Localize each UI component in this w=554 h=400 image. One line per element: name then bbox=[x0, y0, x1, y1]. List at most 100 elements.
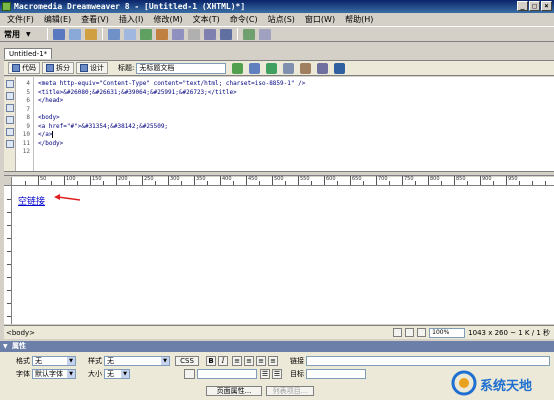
tag-selector[interactable]: <body> bbox=[6, 329, 35, 337]
menu-window[interactable]: 窗口(W) bbox=[300, 13, 340, 26]
select-parent-tag-icon[interactable] bbox=[6, 116, 14, 124]
insert-category-dropdown[interactable]: 常用 ▼ bbox=[4, 29, 44, 40]
highlight-invalid-icon[interactable] bbox=[6, 140, 14, 148]
menu-edit[interactable]: 编辑(E) bbox=[39, 13, 76, 26]
align-right-icon[interactable]: ≡ bbox=[256, 356, 266, 366]
maximize-button[interactable]: □ bbox=[529, 1, 540, 11]
file-management-icon[interactable] bbox=[232, 62, 244, 74]
code-view-button[interactable]: 代码 bbox=[8, 62, 40, 74]
script-icon[interactable] bbox=[220, 28, 232, 40]
image-icon[interactable] bbox=[140, 28, 152, 40]
close-button[interactable]: × bbox=[541, 1, 552, 11]
zoom-tool-icon[interactable] bbox=[417, 328, 427, 337]
link-input[interactable] bbox=[306, 356, 550, 366]
page-title-input[interactable]: 无标题文档 bbox=[136, 62, 227, 74]
open-documents-icon[interactable] bbox=[6, 80, 14, 88]
size-select[interactable]: 无 ▼ bbox=[104, 369, 130, 379]
chevron-down-icon: ▼ bbox=[26, 30, 31, 38]
design-view[interactable]: 空链接 bbox=[12, 186, 554, 324]
tag-chooser-icon[interactable] bbox=[259, 28, 271, 40]
text-color-picker-icon[interactable] bbox=[184, 369, 195, 379]
collapse-tag-icon[interactable] bbox=[6, 92, 14, 100]
italic-button[interactable]: I bbox=[218, 356, 228, 366]
named-anchor-icon[interactable] bbox=[85, 28, 97, 40]
justify-icon[interactable]: ≡ bbox=[268, 356, 278, 366]
ruler-minor-tick bbox=[454, 181, 455, 185]
ruler-label: 700 bbox=[378, 176, 388, 182]
refresh-icon[interactable] bbox=[266, 62, 278, 74]
ruler-corner[interactable] bbox=[4, 177, 12, 186]
menu-view[interactable]: 查看(V) bbox=[76, 13, 114, 26]
insert-category-label: 常用 bbox=[4, 29, 20, 39]
hyperlink-icon[interactable] bbox=[53, 28, 65, 40]
dreamweaver-app-icon bbox=[2, 2, 11, 11]
ruler-minor-tick bbox=[77, 181, 78, 185]
menu-help[interactable]: 帮助(H) bbox=[340, 13, 378, 26]
page-properties-button[interactable]: 页面属性... bbox=[206, 386, 262, 396]
list-item-button[interactable]: 列表项目... bbox=[266, 386, 314, 396]
date-icon[interactable] bbox=[172, 28, 184, 40]
align-center-icon[interactable]: ≡ bbox=[244, 356, 254, 366]
preview-browser-icon[interactable] bbox=[249, 62, 261, 74]
select-tool-icon[interactable] bbox=[393, 328, 403, 337]
ruler-minor-tick bbox=[51, 181, 52, 185]
validate-markup-icon[interactable] bbox=[317, 62, 329, 74]
menu-commands[interactable]: 命令(C) bbox=[225, 13, 263, 26]
browser-check-icon[interactable] bbox=[334, 62, 346, 74]
menu-insert[interactable]: 插入(I) bbox=[114, 13, 149, 26]
media-icon[interactable] bbox=[156, 28, 168, 40]
bold-button[interactable]: B bbox=[206, 356, 216, 366]
ruler-label: 400 bbox=[222, 176, 232, 182]
table-icon[interactable] bbox=[108, 28, 120, 40]
chevron-down-icon: ▼ bbox=[67, 357, 75, 365]
ruler-label: 800 bbox=[430, 176, 440, 182]
code-editor[interactable]: <meta http-equiv="Content-Type" content=… bbox=[34, 77, 554, 171]
document-tab[interactable]: Untitled-1* bbox=[4, 48, 53, 59]
properties-panel-header[interactable]: ▼ 属性 bbox=[0, 341, 554, 352]
toolbar-separator bbox=[237, 28, 238, 40]
code-view-icon bbox=[12, 64, 20, 72]
align-left-icon[interactable]: ≡ bbox=[232, 356, 242, 366]
ruler-minor-tick bbox=[428, 181, 429, 185]
vertical-ruler[interactable] bbox=[4, 186, 12, 324]
css-button[interactable]: CSS bbox=[175, 356, 199, 366]
text-color-input[interactable] bbox=[197, 369, 257, 379]
style-value: 无 bbox=[107, 357, 114, 365]
minimize-button[interactable]: _ bbox=[517, 1, 528, 11]
template-icon[interactable] bbox=[243, 28, 255, 40]
ruler-minor-tick bbox=[181, 181, 182, 185]
menu-text[interactable]: 文本(T) bbox=[188, 13, 225, 26]
unordered-list-icon[interactable]: ☰ bbox=[260, 369, 270, 379]
menu-modify[interactable]: 修改(M) bbox=[148, 13, 187, 26]
window-size-readout[interactable]: 1043 x 260 ~ 1 K / 1 秒 bbox=[468, 328, 550, 338]
ruler-minor-tick bbox=[7, 199, 11, 200]
design-view-button[interactable]: 设计 bbox=[76, 62, 108, 74]
view-options-icon[interactable] bbox=[283, 62, 295, 74]
style-select[interactable]: 无 ▼ bbox=[104, 356, 170, 366]
zoom-select[interactable]: 100% bbox=[429, 327, 466, 338]
email-link-icon[interactable] bbox=[69, 28, 81, 40]
visual-aids-icon[interactable] bbox=[300, 62, 312, 74]
ordered-list-icon[interactable]: ☰ bbox=[272, 369, 282, 379]
horizontal-ruler[interactable]: 50 100 150 200 250 300 350 400 450 500 550 600 650 70… bbox=[12, 176, 554, 186]
font-select[interactable]: 默认字体 ▼ bbox=[32, 369, 76, 379]
hand-tool-icon[interactable] bbox=[405, 328, 415, 337]
comment-icon[interactable] bbox=[188, 28, 200, 40]
target-select[interactable] bbox=[306, 369, 366, 379]
menu-site[interactable]: 站点(S) bbox=[263, 13, 300, 26]
empty-link[interactable]: 空链接 bbox=[18, 194, 45, 207]
line-number: 12 bbox=[22, 148, 30, 155]
format-select[interactable]: 无 ▼ bbox=[32, 356, 76, 366]
ruler-minor-tick bbox=[311, 181, 312, 185]
layer-icon[interactable] bbox=[124, 28, 136, 40]
split-view-button[interactable]: 拆分 bbox=[42, 62, 74, 74]
insert-bar: 常用 ▼ bbox=[0, 26, 554, 42]
line-numbers-icon[interactable] bbox=[6, 128, 14, 136]
window-title: Macromedia Dreamweaver 8 - [Untitled-1 (… bbox=[14, 2, 246, 11]
size-value: 无 bbox=[107, 370, 114, 378]
head-icon[interactable] bbox=[204, 28, 216, 40]
menu-file[interactable]: 文件(F) bbox=[2, 13, 39, 26]
expand-all-icon[interactable] bbox=[6, 104, 14, 112]
link-label: 链接 bbox=[290, 357, 304, 365]
format-value: 无 bbox=[35, 357, 42, 365]
